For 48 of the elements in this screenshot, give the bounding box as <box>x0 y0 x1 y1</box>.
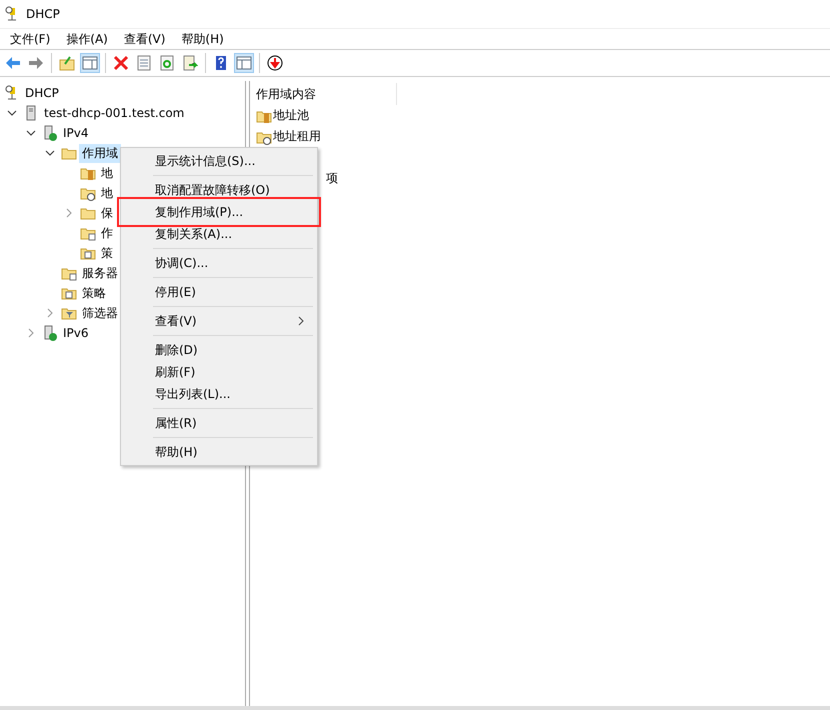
tree-item[interactable]: 地 <box>98 184 116 202</box>
export-icon <box>182 55 198 71</box>
help-icon <box>213 55 229 71</box>
forward-arrow-icon <box>28 55 44 71</box>
toolbar-button[interactable] <box>265 53 285 73</box>
menu-item[interactable]: 查看(V) <box>123 310 315 332</box>
close-icon <box>113 55 129 71</box>
back-arrow-icon <box>5 55 21 71</box>
menu-item[interactable]: 帮助(H) <box>123 441 315 463</box>
tree-item[interactable]: IPv4 <box>60 125 92 141</box>
menu-item[interactable]: 查看(V) <box>116 29 174 49</box>
tree-item[interactable]: 保 <box>98 204 116 222</box>
list-item[interactable]: 地址池 <box>273 107 309 124</box>
menu-item[interactable]: 帮助(H) <box>173 29 232 49</box>
list-item[interactable]: 地址租用 <box>273 128 321 145</box>
tree-item[interactable]: 地 <box>98 164 116 182</box>
folder-up-icon <box>59 55 75 71</box>
tree-item[interactable]: DHCP <box>22 85 62 101</box>
menu-item[interactable]: 导出列表(L)... <box>123 383 315 405</box>
tree-item[interactable]: 策 <box>98 244 116 262</box>
menu-item[interactable]: 操作(A) <box>58 29 116 49</box>
tree-item[interactable]: test-dhcp-001.test.com <box>41 105 188 121</box>
properties-icon <box>136 55 152 71</box>
menu-item[interactable]: 文件(F) <box>2 29 58 49</box>
menu-item[interactable]: 属性(R) <box>123 412 315 434</box>
menu-item[interactable]: 取消配置故障转移(O) <box>123 179 315 201</box>
window-title: DHCP <box>26 7 60 21</box>
list-item[interactable]: 项 <box>326 171 338 185</box>
column-header: 作用域内容 <box>256 83 397 105</box>
tree-item[interactable]: 策略 <box>79 284 109 302</box>
menu-item[interactable]: 停用(E) <box>123 281 315 303</box>
pane-icon <box>82 55 98 71</box>
tree-item[interactable]: IPv6 <box>60 325 92 341</box>
menu-item[interactable]: 删除(D) <box>123 339 315 361</box>
tree-item[interactable]: 服务器 <box>79 264 121 282</box>
menu-item[interactable]: 刷新(F) <box>123 361 315 383</box>
tree-item[interactable]: 作用域 <box>79 144 121 162</box>
tree-item[interactable]: 筛选器 <box>79 304 121 322</box>
menu-item[interactable]: 复制关系(A)... <box>123 223 315 245</box>
server-status-icon <box>42 325 58 341</box>
tree-item[interactable]: 作 <box>98 224 116 242</box>
menu-item[interactable]: 协调(C)... <box>123 252 315 274</box>
server-status-icon <box>42 125 58 141</box>
pane-icon <box>236 55 252 71</box>
collapsed-chevron-icon[interactable] <box>64 208 74 218</box>
download-icon <box>267 55 283 71</box>
menu-item[interactable]: 显示统计信息(S)... <box>123 150 315 172</box>
refresh-icon <box>159 55 175 71</box>
